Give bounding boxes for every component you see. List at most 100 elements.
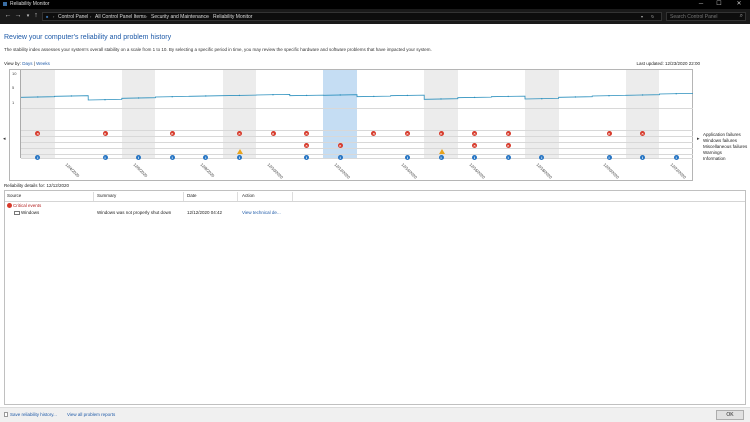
warning-icon[interactable]: [236, 149, 243, 154]
recent-chevron-icon[interactable]: ▾: [24, 11, 32, 21]
up-arrow-icon[interactable]: ↑: [32, 11, 40, 21]
information-icon[interactable]: i: [505, 155, 511, 160]
view-by: View by: Days | Weeks: [4, 61, 50, 66]
app-failure-icon[interactable]: ×: [169, 131, 175, 136]
app-failure-icon[interactable]: ×: [270, 131, 276, 136]
column-source[interactable]: Source: [7, 193, 21, 198]
view-weeks-link[interactable]: Weeks: [36, 61, 50, 66]
search-input[interactable]: Search Control Panel ⌕: [666, 12, 746, 21]
refresh-icon[interactable]: ↻: [651, 14, 654, 19]
grid-line: [21, 154, 693, 155]
search-placeholder: Search Control Panel: [670, 14, 718, 20]
address-bar[interactable]: ■ › Control Panel › All Control Panel It…: [42, 12, 662, 21]
information-icon[interactable]: i: [102, 155, 108, 160]
row-label-information: Information: [703, 156, 726, 161]
information-icon[interactable]: i: [337, 155, 343, 160]
app-failure-icon[interactable]: ×: [236, 131, 242, 136]
app-failure-icon[interactable]: ×: [438, 131, 444, 136]
date-tick-label: 12/6/2020: [132, 162, 149, 179]
view-days-link[interactable]: Days: [22, 61, 32, 66]
information-icon[interactable]: i: [640, 155, 646, 160]
information-icon[interactable]: i: [203, 155, 209, 160]
date-tick-label: 12/14/2020: [400, 162, 419, 180]
ok-button[interactable]: OK: [716, 410, 744, 420]
stability-chart[interactable]: 10 5 1 ◂ ▸ Application failures Windows …: [3, 69, 747, 181]
warning-icon[interactable]: [438, 149, 445, 154]
grid-line: [21, 148, 693, 149]
footer-bar: Save reliability history... View all pro…: [0, 407, 750, 422]
view-technical-details-link[interactable]: View technical de...: [242, 210, 281, 215]
stability-point: [675, 93, 677, 95]
date-tick-label: 12/22/2020: [669, 162, 688, 180]
group-label: Critical events: [13, 203, 42, 208]
stability-point: [406, 94, 409, 97]
breadcrumb-separator-icon: ›: [90, 14, 92, 19]
view-separator: |: [33, 61, 35, 66]
breadcrumb-all-items[interactable]: All Control Panel Items: [95, 14, 146, 20]
save-history-link[interactable]: Save reliability history...: [4, 412, 57, 417]
date-tick-label: 12/12/2020: [333, 162, 352, 180]
details-table: Source Summary Date Action Critical even…: [4, 190, 746, 405]
maximize-button[interactable]: ☐: [712, 0, 726, 9]
forward-arrow-icon[interactable]: →: [14, 11, 22, 21]
stability-point: [339, 94, 341, 96]
column-divider[interactable]: [292, 192, 293, 201]
windows-failure-icon[interactable]: ×: [337, 143, 343, 148]
app-failure-icon[interactable]: ×: [505, 131, 511, 136]
column-divider[interactable]: [93, 192, 94, 201]
information-icon[interactable]: i: [673, 155, 679, 160]
table-row[interactable]: Windows Windows was not properly shut do…: [5, 209, 745, 217]
row-source: Windows: [14, 210, 39, 215]
close-button[interactable]: ✕: [732, 0, 746, 9]
view-by-label: View by:: [4, 61, 21, 66]
dropdown-chevron-icon[interactable]: ▾: [641, 14, 643, 19]
windows-failure-icon[interactable]: ×: [505, 143, 511, 148]
app-failure-icon[interactable]: ×: [102, 131, 108, 136]
stability-index-line: [20, 93, 694, 101]
source-text: Windows: [21, 210, 40, 215]
information-icon[interactable]: i: [539, 155, 545, 160]
stability-point: [238, 94, 241, 97]
breadcrumb-separator-icon: ›: [208, 14, 210, 19]
table-header: Source Summary Date Action: [5, 191, 745, 202]
scroll-right-icon[interactable]: ▸: [697, 136, 700, 142]
information-icon[interactable]: i: [304, 155, 310, 160]
column-date[interactable]: Date: [187, 193, 197, 198]
app-failure-icon[interactable]: ×: [404, 131, 410, 136]
date-tick-label: 12/10/2020: [266, 162, 285, 180]
breadcrumb-control-panel[interactable]: Control Panel: [58, 14, 88, 20]
app-failure-icon[interactable]: ×: [606, 131, 612, 136]
title-bar: Reliability Monitor ─ ☐ ✕: [0, 0, 750, 9]
column-divider[interactable]: [183, 192, 184, 201]
information-icon[interactable]: i: [169, 155, 175, 160]
column-divider[interactable]: [237, 192, 238, 201]
grid-line: [21, 158, 693, 159]
stability-point: [641, 94, 644, 96]
breadcrumb-separator-icon: ›: [53, 14, 55, 19]
grid-line: [21, 130, 693, 131]
back-arrow-icon[interactable]: ←: [4, 11, 12, 21]
stability-point: [440, 98, 442, 100]
information-icon[interactable]: i: [236, 155, 242, 160]
breadcrumb-security-maintenance[interactable]: Security and Maintenance: [151, 14, 209, 20]
critical-events-group[interactable]: Critical events: [7, 203, 41, 208]
information-icon[interactable]: i: [136, 155, 142, 160]
information-icon[interactable]: i: [472, 155, 478, 160]
main-content: Review your computer's reliability and p…: [0, 24, 750, 422]
date-tick-label: 12/4/2020: [64, 162, 81, 179]
stability-point: [608, 95, 610, 97]
minimize-button[interactable]: ─: [694, 0, 708, 9]
view-all-reports-link[interactable]: View all problem reports: [67, 412, 115, 417]
information-icon[interactable]: i: [404, 155, 410, 160]
scroll-left-icon[interactable]: ◂: [3, 136, 6, 142]
search-icon[interactable]: ⌕: [740, 13, 743, 20]
stability-point: [541, 98, 543, 100]
information-icon[interactable]: i: [35, 155, 41, 160]
column-action[interactable]: Action: [242, 193, 255, 198]
information-icon[interactable]: i: [438, 155, 444, 160]
column-summary[interactable]: Summary: [97, 193, 116, 198]
information-icon[interactable]: i: [606, 155, 612, 160]
row-summary: Windows was not properly shut down: [97, 210, 172, 215]
date-tick-label: 12/18/2020: [535, 162, 553, 180]
breadcrumb-reliability-monitor[interactable]: Reliability Monitor: [213, 14, 252, 20]
